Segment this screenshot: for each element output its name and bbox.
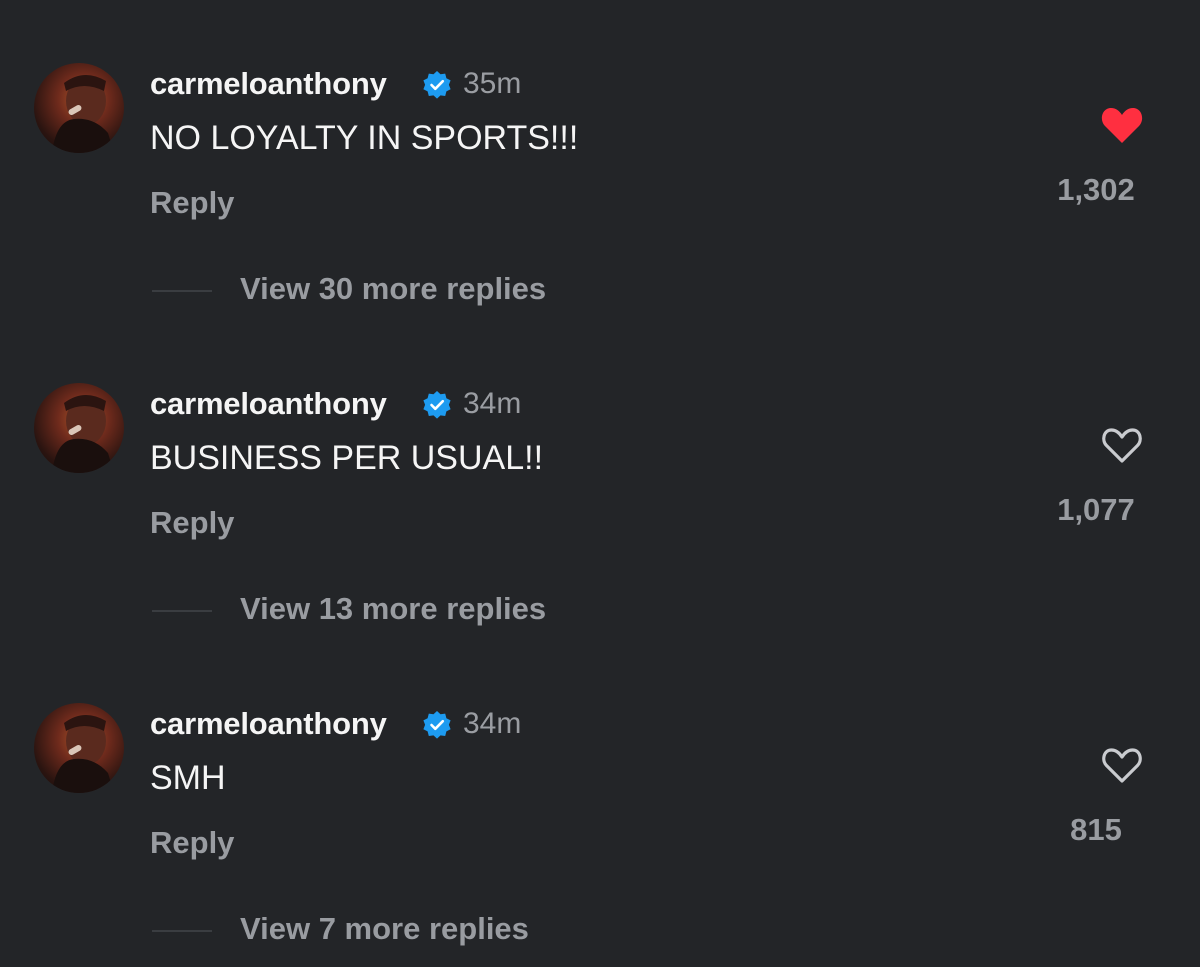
like-count: 1,077 bbox=[1057, 492, 1135, 527]
avatar-photo bbox=[52, 714, 114, 793]
view-replies-button[interactable]: View 7 more replies bbox=[240, 911, 529, 947]
like-count: 815 bbox=[1070, 812, 1122, 847]
timestamp: 35m bbox=[463, 67, 522, 100]
verified-badge-icon bbox=[423, 71, 451, 99]
comment-item: carmeloanthony 34m SMH Reply View 7 more… bbox=[0, 640, 1200, 946]
comment-item: carmeloanthony 35m NO LOYALTY IN SPORTS!… bbox=[0, 0, 1200, 306]
verified-badge-icon bbox=[423, 711, 451, 739]
heart-filled-icon[interactable] bbox=[1100, 105, 1144, 145]
heart-outline-icon[interactable] bbox=[1100, 425, 1144, 465]
avatar-photo bbox=[52, 74, 114, 153]
username[interactable]: carmeloanthony bbox=[150, 66, 387, 102]
thread-divider bbox=[152, 610, 212, 612]
thread-divider bbox=[152, 930, 212, 932]
timestamp: 34m bbox=[463, 707, 522, 740]
avatar[interactable] bbox=[34, 63, 124, 153]
reply-button[interactable]: Reply bbox=[150, 825, 234, 861]
comment-text: BUSINESS PER USUAL!! bbox=[150, 439, 544, 477]
timestamp: 34m bbox=[463, 387, 522, 420]
comment-item: carmeloanthony 34m BUSINESS PER USUAL!! … bbox=[0, 320, 1200, 626]
verified-badge-icon bbox=[423, 391, 451, 419]
comment-text: NO LOYALTY IN SPORTS!!! bbox=[150, 119, 579, 157]
avatar[interactable] bbox=[34, 383, 124, 473]
comment-text: SMH bbox=[150, 759, 226, 797]
view-replies-button[interactable]: View 30 more replies bbox=[240, 271, 546, 307]
avatar-photo bbox=[52, 394, 114, 473]
heart-outline-icon[interactable] bbox=[1100, 745, 1144, 785]
thread-divider bbox=[152, 290, 212, 292]
like-count: 1,302 bbox=[1057, 172, 1135, 207]
username[interactable]: carmeloanthony bbox=[150, 706, 387, 742]
username[interactable]: carmeloanthony bbox=[150, 386, 387, 422]
reply-button[interactable]: Reply bbox=[150, 185, 234, 221]
avatar[interactable] bbox=[34, 703, 124, 793]
view-replies-button[interactable]: View 13 more replies bbox=[240, 591, 546, 627]
reply-button[interactable]: Reply bbox=[150, 505, 234, 541]
